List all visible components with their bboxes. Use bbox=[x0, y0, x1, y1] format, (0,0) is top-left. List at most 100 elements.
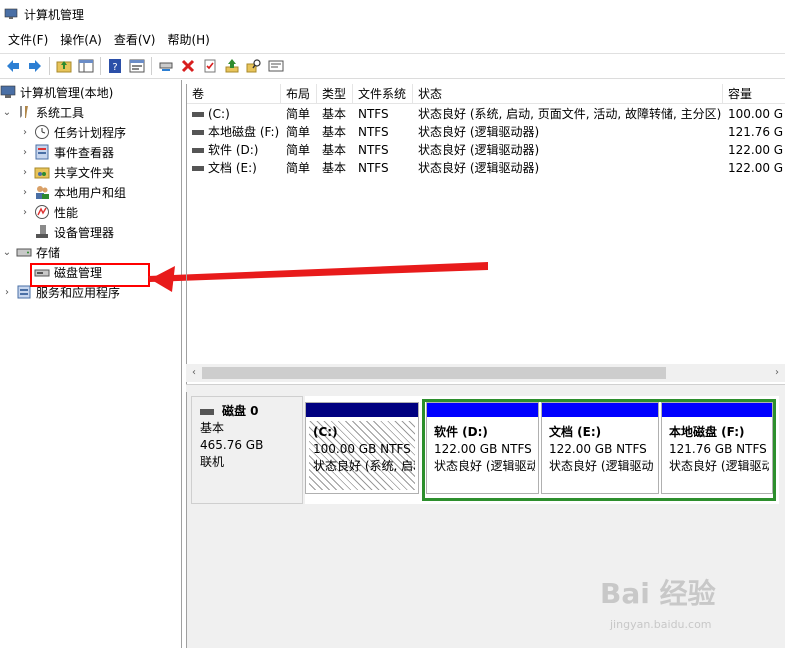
chevron-down-icon[interactable]: ⌄ bbox=[2, 247, 12, 258]
capacity-cell: 122.00 G bbox=[728, 143, 784, 157]
tree-item-shared-folders[interactable]: › 共享文件夹 bbox=[20, 162, 114, 182]
tree-item-task-scheduler[interactable]: › 任务计划程序 bbox=[20, 122, 126, 142]
partition-body: 本地磁盘 (F:) 121.76 GB NTFS 状态良好 (逻辑驱动 bbox=[665, 421, 769, 490]
computer-management-icon bbox=[0, 85, 16, 98]
tree-item-device-manager[interactable]: 设备管理器 bbox=[34, 222, 114, 242]
disk-type: 基本 bbox=[200, 421, 225, 435]
partition-bar bbox=[542, 403, 658, 417]
menu-help[interactable]: 帮助(H) bbox=[161, 30, 215, 50]
partition-bar bbox=[427, 403, 538, 417]
console-tree: 计算机管理(本地) ⌄ 系统工具 › 任务计划程序 › 事件查看器 › 共享文件… bbox=[0, 80, 182, 648]
tree-item-label: 存储 bbox=[36, 245, 61, 260]
horizontal-scrollbar[interactable]: ‹ › bbox=[186, 364, 785, 382]
tree-item-local-users[interactable]: › 本地用户和组 bbox=[20, 182, 126, 202]
partition-d[interactable]: 软件 (D:) 122.00 GB NTFS 状态良好 (逻辑驱动 bbox=[426, 402, 539, 494]
tree-item-performance[interactable]: › 性能 bbox=[20, 202, 78, 222]
scrollbar-thumb[interactable] bbox=[202, 367, 666, 379]
column-header-status[interactable]: 状态 bbox=[413, 84, 723, 104]
scroll-right-icon[interactable]: › bbox=[769, 364, 785, 382]
tree-item-storage[interactable]: ⌄ 存储 bbox=[2, 242, 60, 262]
menu-view[interactable]: 查看(V) bbox=[108, 30, 162, 50]
tree-item-event-viewer[interactable]: › 事件查看器 bbox=[20, 142, 114, 162]
chevron-right-icon[interactable]: › bbox=[20, 207, 30, 218]
column-header-capacity[interactable]: 容量 bbox=[723, 84, 785, 104]
computer-management-icon bbox=[4, 8, 18, 19]
drive-icon bbox=[192, 148, 204, 153]
partition-f[interactable]: 本地磁盘 (F:) 121.76 GB NTFS 状态良好 (逻辑驱动 bbox=[661, 402, 773, 494]
partition-size: 121.76 GB NTFS bbox=[669, 442, 767, 456]
column-header-filesystem[interactable]: 文件系统 bbox=[353, 84, 413, 104]
format-icon[interactable] bbox=[265, 55, 287, 77]
partition-body: 软件 (D:) 122.00 GB NTFS 状态良好 (逻辑驱动 bbox=[430, 421, 535, 490]
drive-icon bbox=[192, 130, 204, 135]
layout-cell: 简单 bbox=[286, 107, 311, 121]
tree-item-label: 共享文件夹 bbox=[54, 165, 115, 180]
disk-icon bbox=[200, 408, 214, 415]
help-icon[interactable]: ? bbox=[104, 55, 126, 77]
show-hide-tree-icon[interactable] bbox=[75, 55, 97, 77]
tree-item-root[interactable]: 计算机管理(本地) bbox=[0, 82, 113, 102]
partition-size: 122.00 GB NTFS bbox=[434, 442, 532, 456]
highlight-box bbox=[30, 263, 150, 287]
filesystem-cell: NTFS bbox=[358, 125, 389, 139]
column-header-type[interactable]: 类型 bbox=[317, 84, 353, 104]
layout-cell: 简单 bbox=[286, 161, 311, 175]
volume-cell: (C:) bbox=[187, 105, 281, 123]
pane-splitter[interactable] bbox=[186, 384, 785, 392]
search-icon[interactable] bbox=[243, 55, 265, 77]
table-row[interactable]: (C:) 简单 基本 NTFS 状态良好 (系统, 启动, 页面文件, 活动, … bbox=[187, 105, 785, 123]
storage-icon bbox=[16, 248, 32, 257]
menu-bar: 文件(F) 操作(A) 查看(V) 帮助(H) bbox=[0, 30, 785, 50]
partition-bar bbox=[306, 403, 418, 417]
disk-size: 465.76 GB bbox=[200, 438, 264, 452]
table-row[interactable]: 文档 (E:) 简单 基本 NTFS 状态良好 (逻辑驱动器) 122.00 G bbox=[187, 159, 785, 177]
column-header-volume[interactable]: 卷 bbox=[187, 84, 281, 104]
partition-c[interactable]: (C:) 100.00 GB NTFS 状态良好 (系统, 启动 bbox=[305, 402, 419, 494]
filesystem-cell: NTFS bbox=[358, 161, 389, 175]
performance-icon bbox=[35, 205, 49, 219]
tools-icon bbox=[20, 106, 28, 118]
filesystem-cell: NTFS bbox=[358, 107, 389, 121]
device-manager-icon bbox=[36, 225, 48, 238]
partition-e[interactable]: 文档 (E:) 122.00 GB NTFS 状态良好 (逻辑驱动 bbox=[541, 402, 659, 494]
connect-disk-icon[interactable] bbox=[155, 55, 177, 77]
capacity-cell: 122.00 G bbox=[728, 161, 784, 175]
type-cell: 基本 bbox=[322, 161, 347, 175]
drive-icon bbox=[192, 166, 204, 171]
up-folder-icon[interactable] bbox=[53, 55, 75, 77]
partition-status: 状态良好 (逻辑驱动 bbox=[669, 459, 769, 473]
capacity-cell: 100.00 G bbox=[728, 107, 784, 121]
scroll-left-icon[interactable]: ‹ bbox=[186, 364, 202, 382]
watermark-brand: Bai 经验 bbox=[600, 577, 716, 610]
chevron-right-icon[interactable]: › bbox=[20, 167, 30, 178]
partition-body: (C:) 100.00 GB NTFS 状态良好 (系统, 启动 bbox=[309, 421, 415, 490]
menu-action[interactable]: 操作(A) bbox=[54, 30, 108, 50]
column-header-layout[interactable]: 布局 bbox=[281, 84, 317, 104]
menu-file[interactable]: 文件(F) bbox=[2, 30, 54, 50]
delete-icon[interactable] bbox=[177, 55, 199, 77]
tree-item-system-tools[interactable]: ⌄ 系统工具 bbox=[2, 102, 84, 122]
partition-name: 软件 (D:) bbox=[434, 425, 488, 439]
upload-icon[interactable] bbox=[221, 55, 243, 77]
forward-arrow-icon[interactable] bbox=[24, 55, 46, 77]
partition-status: 状态良好 (系统, 启动 bbox=[313, 459, 415, 473]
table-row[interactable]: 软件 (D:) 简单 基本 NTFS 状态良好 (逻辑驱动器) 122.00 G bbox=[187, 141, 785, 159]
status-cell: 状态良好 (逻辑驱动器) bbox=[418, 125, 540, 139]
properties-icon[interactable] bbox=[126, 55, 148, 77]
users-icon bbox=[36, 186, 49, 199]
disk-status: 联机 bbox=[200, 455, 225, 469]
status-cell: 状态良好 (逻辑驱动器) bbox=[418, 161, 540, 175]
chevron-right-icon[interactable]: › bbox=[20, 147, 30, 158]
title-bar: 计算机管理 bbox=[0, 0, 785, 28]
chevron-right-icon[interactable]: › bbox=[2, 287, 12, 298]
type-cell: 基本 bbox=[322, 143, 347, 157]
partition-size: 122.00 GB NTFS bbox=[549, 442, 647, 456]
back-arrow-icon[interactable] bbox=[2, 55, 24, 77]
table-row[interactable]: 本地磁盘 (F:) 简单 基本 NTFS 状态良好 (逻辑驱动器) 121.76… bbox=[187, 123, 785, 141]
chevron-right-icon[interactable]: › bbox=[20, 127, 30, 138]
chevron-down-icon[interactable]: ⌄ bbox=[2, 107, 12, 118]
check-icon[interactable] bbox=[199, 55, 221, 77]
disk-0-label[interactable]: 磁盘 0 基本 465.76 GB 联机 bbox=[191, 396, 303, 504]
partition-status: 状态良好 (逻辑驱动 bbox=[434, 459, 535, 473]
chevron-right-icon[interactable]: › bbox=[20, 187, 30, 198]
